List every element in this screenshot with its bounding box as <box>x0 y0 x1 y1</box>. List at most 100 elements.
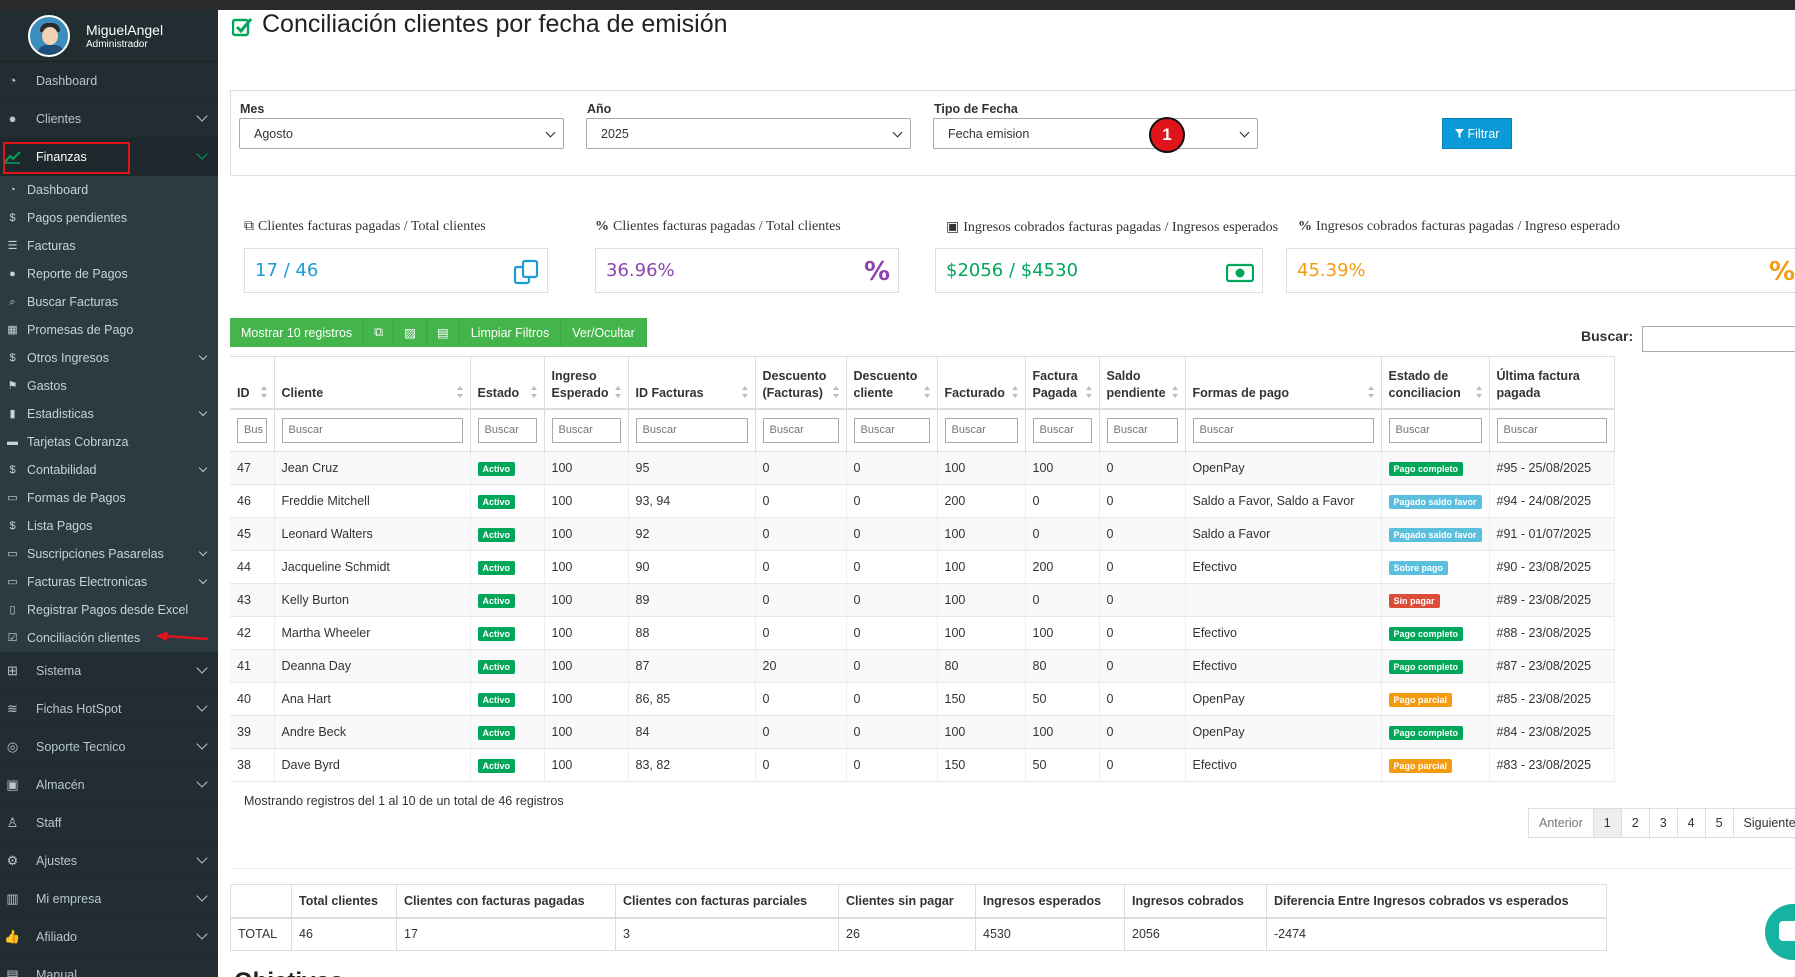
submenu-item-contabilidad[interactable]: $ Contabilidad <box>0 456 218 484</box>
conciliation-badge: Pagado saldo favor <box>1388 527 1482 542</box>
cell-id-facturas: 89 <box>628 583 756 617</box>
copy-button[interactable]: ⧉ <box>364 318 395 347</box>
cell-descuento-cliente: 0 <box>846 451 938 485</box>
sidebar-item-manual[interactable]: ▤ Manual <box>0 956 218 977</box>
column-filter-input[interactable] <box>635 417 748 443</box>
pagination-prev[interactable]: Anterior <box>1529 809 1594 837</box>
column-filter-input-id[interactable] <box>237 417 267 443</box>
stat-value: 17 / 46 <box>255 260 319 281</box>
sidebar-item-mi-empresa[interactable]: ▥ Mi empresa <box>0 880 218 918</box>
percent-icon: % <box>863 257 890 287</box>
col-header-formas-pago[interactable]: Formas de pago <box>1185 356 1382 410</box>
submenu-item-promesas-pago[interactable]: ▦ Promesas de Pago <box>0 316 218 344</box>
anio-select[interactable]: 2025 <box>586 118 911 149</box>
col-header-estado-conciliacion[interactable]: Estado de conciliacion <box>1381 356 1490 410</box>
csv-button[interactable]: ▤ <box>426 318 460 347</box>
clear-filters-button[interactable]: Limpiar Filtros <box>459 318 562 347</box>
chat-widget-button[interactable] <box>1765 904 1795 960</box>
sort-icon <box>1171 385 1179 398</box>
submenu-item-reporte-pagos[interactable]: ● Reporte de Pagos <box>0 260 218 288</box>
col-header-saldo-pendiente[interactable]: Saldo pendiente <box>1099 356 1186 410</box>
summary-col-header: Total clientes <box>291 884 397 919</box>
column-filter-input[interactable] <box>477 417 537 443</box>
pagination-page[interactable]: 3 <box>1650 809 1678 837</box>
submenu-item-gastos[interactable]: ⚑ Gastos <box>0 372 218 400</box>
sidebar-item-afiliado[interactable]: 👍 Afiliado <box>0 918 218 956</box>
column-filter-input[interactable] <box>853 417 930 443</box>
filtrar-button[interactable]: Filtrar <box>1442 118 1512 149</box>
column-filter-input[interactable] <box>1106 417 1178 443</box>
sidebar-item-sistema[interactable]: ⊞ Sistema <box>0 652 218 690</box>
column-filter-input[interactable] <box>1388 417 1482 443</box>
toggle-columns-button[interactable]: Ver/Ocultar <box>561 318 647 347</box>
mes-label: Mes <box>240 102 265 116</box>
table-row: 42 Martha Wheeler Activo 100 88 0 0 100 100 0 Efec… <box>230 616 1615 650</box>
card-icon: ▭ <box>7 548 18 560</box>
col-header-ingreso-esperado[interactable]: Ingreso Esperado <box>544 356 629 410</box>
filter-panel: Mes Agosto Año 2025 Tipo de Fecha Fecha … <box>230 90 1795 176</box>
sidebar-item-soporte-tecnico[interactable]: ◎ Soporte Tecnico <box>0 728 218 766</box>
col-header-factura-pagada[interactable]: Factura Pagada <box>1025 356 1100 410</box>
col-header-cliente[interactable]: Cliente <box>274 356 471 410</box>
column-filter-input[interactable] <box>762 417 839 443</box>
cell-factura-pagada: 200 <box>1025 550 1100 584</box>
search-icon: ⌕ <box>9 296 16 308</box>
pagination-page[interactable]: 5 <box>1706 809 1734 837</box>
pagination-page[interactable]: 1 <box>1593 809 1622 837</box>
sidebar-item-fichas-hotspot[interactable]: ≋ Fichas HotSpot <box>0 690 218 728</box>
submenu-item-otros-ingresos[interactable]: $ Otros Ingresos <box>0 344 218 372</box>
col-header-id[interactable]: ID <box>230 356 275 410</box>
submenu-label: Gastos <box>27 379 67 393</box>
search-input[interactable] <box>1642 326 1795 352</box>
pagination-next[interactable]: Siguiente <box>1734 809 1795 837</box>
conciliacion-table: ID Cliente Estado Ingreso Esperado ID Fa… <box>230 356 1615 782</box>
sidebar-item-finanzas[interactable]: Finanzas <box>0 138 218 176</box>
tipo-fecha-select[interactable]: Fecha emision <box>933 118 1258 149</box>
column-filter-input[interactable] <box>281 417 463 443</box>
sidebar-item-clientes[interactable]: ● Clientes <box>0 100 218 138</box>
submenu-label: Conciliación clientes <box>27 631 141 645</box>
submenu-item-tarjetas-cobranza[interactable]: ▬ Tarjetas Cobranza <box>0 428 218 456</box>
sidebar-item-dashboard[interactable]: ◔ Dashboard <box>0 62 218 100</box>
pagination-page[interactable]: 2 <box>1622 809 1650 837</box>
sidebar-item-label: Sistema <box>36 663 82 678</box>
column-filter-input[interactable] <box>551 417 621 443</box>
cell-factura-pagada: 0 <box>1025 517 1100 551</box>
search-label: Buscar: <box>1581 328 1634 344</box>
col-header-id-facturas[interactable]: ID Facturas <box>628 356 756 410</box>
excel-button[interactable]: ▨ <box>394 318 427 347</box>
col-header-facturado[interactable]: Facturado <box>937 356 1026 410</box>
col-header-descuento-cliente[interactable]: Descuento cliente <box>846 356 938 410</box>
summary-header-row: Total clientes Clientes con facturas pag… <box>230 884 1607 919</box>
column-filter-input[interactable] <box>1192 417 1374 443</box>
cell-saldo-pendiente: 0 <box>1099 484 1186 518</box>
show-records-button[interactable]: Mostrar 10 registros <box>230 318 365 347</box>
sidebar-item-ajustes[interactable]: ⚙ Ajustes <box>0 842 218 880</box>
pagination-page[interactable]: 4 <box>1678 809 1706 837</box>
column-filter-input[interactable] <box>944 417 1018 443</box>
table-row: 39 Andre Beck Activo 100 84 0 0 100 100 0 OpenPay P… <box>230 715 1615 749</box>
mes-select[interactable]: Agosto <box>239 118 564 149</box>
submenu-item-dashboard[interactable]: ◔ Dashboard <box>0 176 218 204</box>
col-header-ultima-factura[interactable]: Última factura pagada <box>1489 356 1615 410</box>
submenu-item-facturas-electronicas[interactable]: ▭ Facturas Electronicas <box>0 568 218 596</box>
submenu-item-facturas[interactable]: ☰ Facturas <box>0 232 218 260</box>
column-filter-input[interactable] <box>1032 417 1092 443</box>
submenu-item-estadisticas[interactable]: ▮ Estadisticas <box>0 400 218 428</box>
col-header-label: ID <box>237 385 250 400</box>
col-header-descuento-facturas[interactable]: Descuento (Facturas) <box>755 356 847 410</box>
submenu-item-registrar-pagos-excel[interactable]: ▯ Registrar Pagos desde Excel <box>0 596 218 624</box>
col-header-estado[interactable]: Estado <box>470 356 545 410</box>
cell-formas-pago: OpenPay <box>1185 715 1382 749</box>
submenu-item-formas-pagos[interactable]: ▭ Formas de Pagos <box>0 484 218 512</box>
submenu-item-pagos-pendientes[interactable]: $ Pagos pendientes <box>0 204 218 232</box>
sidebar-item-almacen[interactable]: ▣ Almacén <box>0 766 218 804</box>
submenu-item-suscripciones-pasarelas[interactable]: ▭ Suscripciones Pasarelas <box>0 540 218 568</box>
submenu-item-lista-pagos[interactable]: $ Lista Pagos <box>0 512 218 540</box>
cell-descuento-facturas: 0 <box>755 451 847 485</box>
sidebar-item-staff[interactable]: ♙ Staff <box>0 804 218 842</box>
submenu-item-buscar-facturas[interactable]: ⌕ Buscar Facturas <box>0 288 218 316</box>
cell-estado-conciliacion: Pago completo <box>1381 649 1490 683</box>
stat-value: $2056 / $4530 <box>946 260 1079 281</box>
column-filter-input[interactable] <box>1496 417 1607 443</box>
